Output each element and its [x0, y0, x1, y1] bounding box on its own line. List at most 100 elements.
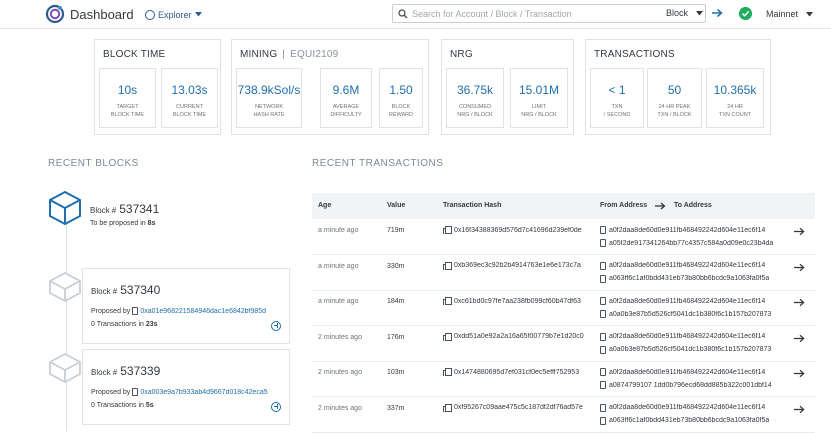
- document-icon: [132, 388, 139, 396]
- tx-hash[interactable]: 0x1474880695d7ef031cf0ec5efff752953: [443, 368, 593, 376]
- metric-label: TARGET BLOCK TIME: [110, 104, 145, 118]
- chevron-down-icon: [194, 12, 202, 17]
- tx-hash[interactable]: 0x16f34388369d576d7c41696d239ef0de: [443, 226, 593, 234]
- card-title: NRG: [450, 49, 473, 60]
- metric-value: 10s: [117, 83, 138, 97]
- document-icon: [600, 368, 606, 376]
- tx-hash[interactable]: 0xb369ec3c92b2b4914763e1e6e173c7a: [443, 261, 593, 270]
- search-input[interactable]: [412, 8, 662, 19]
- table-row[interactable]: 2 minutes ago 176m 0xdd51a0e92a2a16a65f007…: [312, 326, 815, 362]
- tx-age: 2 minutes ago: [318, 404, 362, 412]
- pending-block: Block #537341 To be proposed in 8s: [48, 190, 290, 240]
- cube-icon: [49, 352, 81, 384]
- metric-label: CONSUMED NRG / BLOCK: [457, 104, 493, 118]
- tx-hash[interactable]: 0xdd51a0e92a2a16a65f00779b7e1d20c0: [443, 332, 593, 341]
- block-status: To be proposed in 8s: [90, 220, 156, 227]
- block-proposer: Proposed by 0xa003e9a7b933ab4d9667d018c4…: [91, 388, 268, 396]
- metric-limit-nrg: 15.01M LIMIT NRG / BLOCK: [510, 68, 568, 128]
- table-row[interactable]: a minute ago 184m 0xc61bd0c97fe7aa238fb099…: [312, 290, 815, 326]
- card-title: MINING | EQUI2109: [240, 49, 339, 60]
- search-box[interactable]: [392, 4, 706, 23]
- tx-to-address[interactable]: a0874799107 1dd0b796ecd68dd885b322c001db…: [600, 381, 790, 389]
- tx-age: 2 minutes ago: [318, 369, 362, 376]
- metric-value: 36.75k: [456, 83, 494, 97]
- table-row[interactable]: 2 minutes ago 337m 0xf95267c09aae475c5c187…: [312, 397, 815, 433]
- explorer-label: Explorer: [158, 9, 192, 20]
- document-icon: [600, 310, 606, 318]
- globe-icon: [145, 9, 155, 20]
- tx-age: a minute ago: [318, 227, 359, 234]
- logo-icon[interactable]: [45, 4, 65, 24]
- metric-value: 15.01M: [518, 83, 560, 97]
- network-select[interactable]: Mainnet: [766, 9, 813, 19]
- block-card-537339[interactable]: Block #537339 Proposed by 0xa003e9a7b933…: [48, 349, 290, 429]
- metric-value: 1.50: [389, 83, 413, 97]
- metric-value: 738.9kSol/s: [237, 83, 301, 97]
- block-number-label: Block #537340: [91, 283, 161, 297]
- arrow-right-icon[interactable]: [794, 227, 805, 236]
- tx-to-address[interactable]: a063ff6c1af0bdd431eb73b80bb6bcdc9a1063fa…: [600, 274, 790, 283]
- chevron-down-icon: [805, 12, 813, 17]
- table-row[interactable]: a minute ago 330m 0xb369ec3c92b2b4914763e1…: [312, 255, 815, 291]
- tx-hash[interactable]: 0xc61bd0c97fe7aa238fb099cf60b47df63: [443, 297, 593, 305]
- document-icon: [600, 261, 606, 270]
- tx-age: 2 minutes ago: [318, 333, 362, 341]
- search-submit-arrow-icon[interactable]: [711, 7, 723, 19]
- tx-to-address[interactable]: a063ff6c1af0bdd431eb73b80bb6bcdc9a1063fa…: [600, 416, 790, 425]
- metric-txn-per-second: < 1 TXN / SECOND: [590, 68, 644, 128]
- block-tx-count: 0 Transactions in 23s: [91, 321, 158, 328]
- copy-icon[interactable]: [443, 297, 452, 305]
- cube-icon: [49, 271, 81, 303]
- column-header-age: Age: [318, 202, 332, 209]
- tx-to-address[interactable]: a0a0b3e87b5d526cf5041dc1b380f6c1b157b207…: [600, 345, 790, 354]
- card-title: TRANSACTIONS: [594, 49, 675, 60]
- copy-icon[interactable]: [443, 332, 452, 341]
- column-header-from: From Address: [600, 202, 648, 209]
- block-number-label: Block #537341: [90, 202, 160, 216]
- arrow-right-icon[interactable]: [794, 263, 805, 272]
- arrow-right-icon[interactable]: [794, 298, 805, 307]
- expand-plus-icon[interactable]: [271, 402, 281, 412]
- table-row[interactable]: a minute ago 719m 0x16f34388369d576d7c4169…: [312, 219, 815, 255]
- copy-icon[interactable]: [443, 226, 452, 234]
- search-type-select[interactable]: Block: [666, 8, 703, 18]
- metric-value: 50: [667, 83, 682, 97]
- tx-from-address[interactable]: a0f2daa8de60d0e911fb468492242d604e11ec6f…: [600, 297, 790, 305]
- tx-from-address[interactable]: a0f2daa8de60d0e911fb468492242d604e11ec6f…: [600, 403, 790, 412]
- table-row[interactable]: 2 minutes ago 103m 0x1474880695d7ef031cf0e…: [312, 361, 815, 397]
- tx-to-address[interactable]: a05f2de917341264bb77c4357c584a0d09e0c23b…: [600, 239, 790, 247]
- column-header-value: Value: [387, 202, 406, 209]
- arrow-right-icon[interactable]: [794, 405, 805, 414]
- tx-to-address[interactable]: a0a0b3e87b5d526cf5041dc1b380f6c1b157b207…: [600, 310, 790, 318]
- proposer-address-link[interactable]: 0xa01e968221584946dac1e6842bf985d: [140, 308, 266, 315]
- transactions-card: TRANSACTIONS < 1 TXN / SECOND 50 24 HR PE…: [585, 39, 771, 135]
- network-label: Mainnet: [766, 9, 799, 19]
- expand-plus-icon[interactable]: [271, 321, 281, 331]
- top-bar: Dashboard Explorer Block Mainnet: [0, 0, 831, 29]
- tx-from-address[interactable]: a0f2daa8de60d0e911fb468492242d604e11ec6f…: [600, 261, 790, 270]
- tx-value: 337m: [387, 404, 405, 412]
- arrow-right-icon[interactable]: [794, 334, 805, 343]
- arrow-right-icon[interactable]: [794, 369, 805, 378]
- metric-value: < 1: [608, 83, 626, 97]
- recent-transactions-title: RECENT TRANSACTIONS: [312, 158, 444, 169]
- tx-value: 103m: [387, 369, 405, 376]
- metric-label: CURRENT BLOCK TIME: [172, 104, 207, 118]
- tx-hash[interactable]: 0xf95267c09aae475c5c187df2df76ad57e: [443, 403, 593, 412]
- search-type-label: Block: [666, 8, 689, 18]
- tx-value: 719m: [387, 227, 405, 234]
- tx-from-address[interactable]: a0f2daa8de60d0e911fb468492242d604e11ec6f…: [600, 368, 790, 376]
- explorer-dropdown[interactable]: Explorer: [141, 6, 208, 23]
- proposer-address-link[interactable]: 0xa003e9a7b933ab4d9667d018c42eca5: [140, 389, 267, 396]
- copy-icon[interactable]: [443, 261, 452, 270]
- tx-from-address[interactable]: a0f2daa8de60d0e911fb468492242d604e11ec6f…: [600, 332, 790, 341]
- metric-average-difficulty: 9.6M AVERAGE DIFFICULTY: [320, 68, 372, 128]
- document-icon: [600, 239, 606, 247]
- copy-icon[interactable]: [443, 403, 452, 412]
- metric-network-hash-rate: 738.9kSol/s NETWORK HASH RATE: [236, 68, 302, 128]
- tx-from-address[interactable]: a0f2daa8de60d0e911fb468492242d604e11ec6f…: [600, 226, 790, 234]
- block-card-body: Block #537340 Proposed by 0xa01e96822158…: [82, 268, 290, 344]
- copy-icon[interactable]: [443, 368, 452, 376]
- block-card-537340[interactable]: Block #537340 Proposed by 0xa01e96822158…: [48, 268, 290, 348]
- metric-label: AVERAGE DIFFICULTY: [330, 104, 362, 118]
